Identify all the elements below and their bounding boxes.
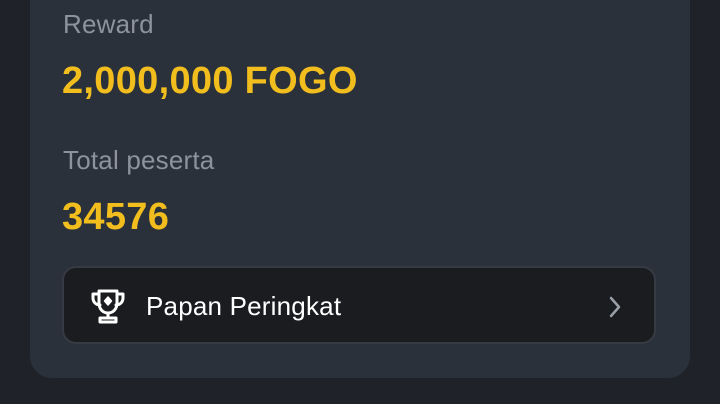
page: Reward 2,000,000 FOGO Total peserta 3457…	[0, 0, 720, 404]
participants-label: Total peserta	[63, 145, 215, 175]
chevron-right-icon	[606, 296, 624, 318]
reward-value: 2,000,000 FOGO	[62, 60, 358, 102]
trophy-icon	[89, 287, 127, 325]
leaderboard-label: Papan Peringkat	[146, 291, 342, 321]
leaderboard-button[interactable]: Papan Peringkat	[62, 266, 656, 344]
reward-label: Reward	[63, 9, 154, 39]
participants-value: 34576	[62, 196, 170, 238]
